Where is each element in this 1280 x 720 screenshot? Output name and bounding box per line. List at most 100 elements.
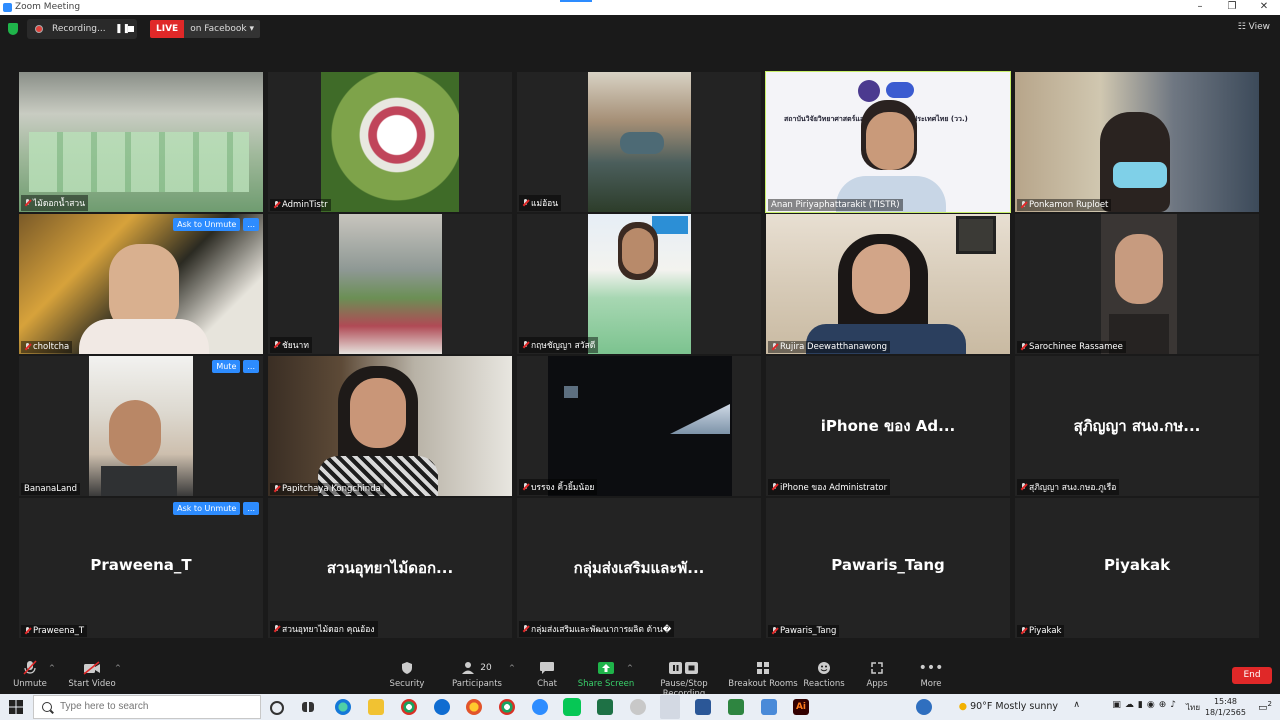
firefox-icon[interactable]	[466, 699, 482, 715]
line-app-icon[interactable]	[563, 698, 581, 716]
weather-widget[interactable]: ● 90°F Mostly sunny	[959, 701, 1058, 712]
shield-icon[interactable]	[8, 23, 18, 35]
participant-tile[interactable]: Mute... BananaLand	[19, 356, 263, 496]
mic-muted-icon	[24, 343, 31, 351]
participants-icon	[462, 662, 475, 674]
participant-tile[interactable]: กลุ่มส่งเสริมและพั... กลุ่มส่งเสริมและพั…	[517, 498, 761, 638]
photos-icon[interactable]	[630, 699, 646, 715]
participant-tile[interactable]: AdminTistr	[268, 72, 512, 212]
end-meeting-button[interactable]: End	[1232, 667, 1272, 684]
video-options-caret-icon[interactable]: ^	[115, 664, 121, 672]
zoom-taskbar-icon[interactable]	[532, 699, 548, 715]
participant-name-label: Ponkamon Ruploet	[1017, 199, 1112, 211]
input-language[interactable]: ไทย	[1186, 701, 1200, 714]
participant-tile[interactable]: Piyakak Piyakak	[1015, 498, 1259, 638]
mic-muted-icon	[771, 343, 778, 351]
minimize-button[interactable]: –	[1184, 0, 1216, 15]
ask-to-unmute-button[interactable]: Ask to Unmute	[173, 502, 241, 515]
blue-app-icon[interactable]	[761, 699, 777, 715]
view-button[interactable]: ☷ View	[1238, 22, 1270, 32]
participant-tile[interactable]: แม่อ้อน	[517, 72, 761, 212]
participant-tile[interactable]: ชัยนาท	[268, 214, 512, 354]
participant-display-name: Praweena_T	[90, 556, 192, 574]
taskbar-clock[interactable]: 15:48 18/1/2565	[1205, 696, 1246, 718]
security-button[interactable]: Security	[367, 660, 447, 689]
mute-button[interactable]: Mute	[212, 360, 241, 373]
close-button[interactable]: ✕	[1248, 0, 1280, 15]
live-destination[interactable]: on Facebook ▾	[184, 20, 260, 38]
zoom-app-icon	[3, 3, 12, 12]
chat-icon	[540, 662, 554, 674]
chevron-down-icon: ▾	[249, 24, 254, 34]
participant-name-label: BananaLand	[21, 483, 80, 495]
participant-tile[interactable]: สุภิญญา สนง.กษ... สุภิญญา สนง.กษอ.ภูเรือ	[1015, 356, 1259, 496]
search-input[interactable]	[58, 700, 252, 713]
chrome-profile-icon[interactable]	[499, 699, 515, 715]
ask-to-unmute-button[interactable]: Ask to Unmute	[173, 218, 241, 231]
more-options-button[interactable]: ...	[243, 218, 259, 231]
mic-muted-icon	[522, 199, 529, 207]
participant-video	[321, 72, 459, 212]
participant-tile[interactable]: Sarochinee Rassamee	[1015, 214, 1259, 354]
windows-start-button[interactable]	[0, 694, 32, 720]
cortana-icon[interactable]	[270, 701, 284, 715]
participant-name-label: Papitchaya Kongchinda	[270, 483, 384, 495]
live-badge: LIVE	[150, 20, 185, 38]
participant-video	[588, 214, 691, 354]
notification-icon[interactable]: ▭2	[1258, 700, 1272, 713]
smiley-icon	[818, 662, 830, 674]
mic-muted-icon	[273, 341, 280, 349]
participant-tile[interactable]: ไม้ดอกน้ำสวน	[19, 72, 263, 212]
help-icon[interactable]	[916, 699, 932, 715]
more-options-button[interactable]: ...	[243, 502, 259, 515]
stop-recording-icon[interactable]	[128, 26, 134, 32]
task-view-icon[interactable]	[302, 702, 314, 712]
edge-browser-icon[interactable]	[335, 699, 351, 715]
participant-tile-active-speaker[interactable]: สถาบันวิจัยวิทยาศาสตร์และเทคโนโลยีแห่งปร…	[765, 71, 1011, 213]
word-icon[interactable]	[695, 699, 711, 715]
video-off-icon	[83, 661, 100, 675]
green-app-icon[interactable]	[728, 699, 744, 715]
participant-tile[interactable]: Papitchaya Kongchinda	[268, 356, 512, 496]
chrome-icon[interactable]	[401, 699, 417, 715]
media-player-icon[interactable]	[660, 695, 680, 719]
shield-icon	[402, 662, 412, 674]
participant-tile[interactable]: กฤษชัญญา สวัสดี	[517, 214, 761, 354]
participants-button[interactable]: 20 Participants	[437, 660, 517, 689]
taskbar-search-box[interactable]	[33, 695, 261, 719]
participant-name-label: Rujira Deewatthanawong	[768, 341, 890, 353]
tray-icons[interactable]: ▣☁▮◉⊕♪	[1112, 700, 1180, 710]
participant-tile[interactable]: Ponkamon Ruploet	[1015, 72, 1259, 212]
participant-tile[interactable]: บรรจง คิ้วยิ้มน้อย	[517, 356, 761, 496]
ellipsis-icon: •••	[918, 660, 944, 676]
more-options-button[interactable]: ...	[243, 360, 259, 373]
participant-tile[interactable]: iPhone ของ Ad... iPhone ของ Administrato…	[766, 356, 1010, 496]
participant-tile[interactable]: สวนอุทยาไม้ดอก... สวนอุทยาไม้ดอก คุณอ้อง	[268, 498, 512, 638]
participant-video	[339, 214, 442, 354]
microphone-muted-icon	[23, 660, 37, 675]
mic-muted-icon	[1020, 201, 1027, 209]
participant-name-label: สุภิญญา สนง.กษอ.ภูเรือ	[1017, 479, 1120, 495]
share-options-caret-icon[interactable]: ^	[627, 664, 633, 672]
participant-display-name: Pawaris_Tang	[831, 556, 945, 574]
participant-display-name: สุภิญญา สนง.กษ...	[1073, 417, 1201, 435]
windows-logo-icon	[9, 700, 23, 714]
illustrator-icon[interactable]: Ai	[793, 699, 809, 715]
maximize-button[interactable]: ❐	[1216, 0, 1248, 15]
file-explorer-icon[interactable]	[368, 699, 384, 715]
participant-tile[interactable]: Ask to Unmute... choltcha	[19, 214, 263, 354]
participant-tile[interactable]: Rujira Deewatthanawong	[766, 214, 1010, 354]
tray-chevron-icon[interactable]: ∧	[1073, 700, 1080, 710]
participant-name-label: กลุ่มส่งเสริมและพัฒนาการผลิต ด้าน�	[519, 621, 675, 637]
edge-legacy-icon[interactable]	[434, 699, 450, 715]
participant-name-label: AdminTistr	[270, 199, 331, 211]
more-button[interactable]: ••• More	[891, 660, 971, 689]
participant-tile[interactable]: Ask to Unmute... Praweena_T Praweena_T	[19, 498, 263, 638]
share-screen-button[interactable]: Share Screen	[566, 660, 646, 689]
participant-tile[interactable]: Pawaris_Tang Pawaris_Tang	[766, 498, 1010, 638]
excel-icon[interactable]	[597, 699, 613, 715]
mic-muted-icon	[1020, 343, 1027, 351]
live-stream-indicator[interactable]: LIVE on Facebook ▾	[150, 20, 260, 38]
participant-display-name: สวนอุทยาไม้ดอก...	[326, 559, 454, 577]
participant-video	[19, 214, 263, 354]
